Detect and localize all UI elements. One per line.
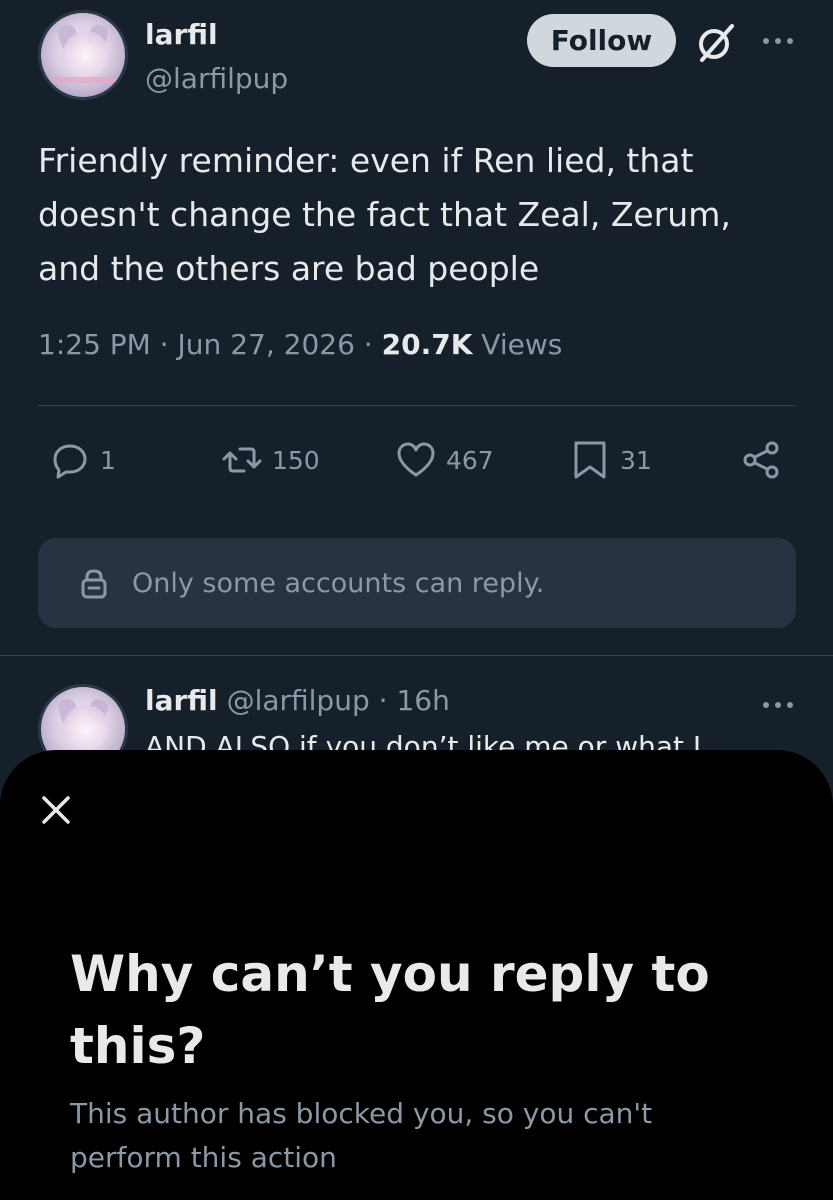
reply-handle[interactable]: @larfilpup bbox=[227, 684, 370, 717]
like-button[interactable]: 467 bbox=[396, 440, 494, 480]
post-meta: 1:25 PM · Jun 27, 2026 · 20.7K Views bbox=[38, 328, 562, 361]
grok-icon[interactable] bbox=[694, 20, 738, 64]
reply-icon bbox=[53, 444, 87, 479]
share-icon bbox=[743, 441, 779, 479]
more-icon[interactable] bbox=[760, 690, 796, 720]
repost-button[interactable]: 150 bbox=[222, 440, 320, 480]
post-text: Friendly reminder: even if Ren lied, tha… bbox=[38, 141, 731, 288]
close-icon[interactable] bbox=[38, 792, 74, 828]
divider bbox=[38, 405, 796, 406]
divider bbox=[0, 655, 833, 656]
reply-count: 1 bbox=[100, 445, 116, 475]
reply-restriction-text: Only some accounts can reply. bbox=[132, 567, 545, 599]
meta-separator: · bbox=[363, 328, 373, 361]
author-display-name[interactable]: larfil bbox=[145, 18, 218, 51]
meta-separator: · bbox=[159, 328, 169, 361]
reply-age: · 16h bbox=[378, 684, 450, 717]
reply-display-name[interactable]: larfil bbox=[145, 684, 218, 717]
bookmark-icon bbox=[574, 441, 606, 479]
reply-header[interactable]: larfil @larfilpup · 16h bbox=[145, 684, 450, 717]
bookmark-count: 31 bbox=[620, 445, 652, 475]
post-time: 1:25 PM bbox=[38, 328, 151, 361]
post-detail-screen: larfil @larfilpup Follow Friendly remind… bbox=[0, 0, 833, 1200]
sheet-title: Why can’t you reply to this? bbox=[70, 945, 710, 1075]
share-button[interactable] bbox=[742, 440, 782, 480]
more-icon[interactable] bbox=[760, 26, 796, 56]
lock-icon bbox=[81, 569, 107, 599]
reply-blocked-sheet: Why can’t you reply to this? This author… bbox=[0, 750, 833, 1200]
repost-icon bbox=[222, 447, 262, 473]
views-label[interactable]: Views bbox=[481, 328, 562, 361]
repost-count: 150 bbox=[272, 445, 320, 475]
like-icon bbox=[397, 442, 435, 477]
author-handle[interactable]: @larfilpup bbox=[145, 62, 288, 95]
like-count: 467 bbox=[446, 445, 494, 475]
views-count[interactable]: 20.7K bbox=[382, 328, 473, 361]
reply-button[interactable]: 1 bbox=[50, 440, 116, 480]
post-date: Jun 27, 2026 bbox=[177, 328, 355, 361]
bookmark-button[interactable]: 31 bbox=[570, 440, 652, 480]
author-avatar[interactable] bbox=[38, 10, 128, 100]
sheet-body: This author has blocked you, so you can'… bbox=[70, 1097, 653, 1174]
reply-restriction-banner[interactable]: Only some accounts can reply. bbox=[38, 538, 796, 628]
follow-button[interactable]: Follow bbox=[527, 14, 676, 67]
